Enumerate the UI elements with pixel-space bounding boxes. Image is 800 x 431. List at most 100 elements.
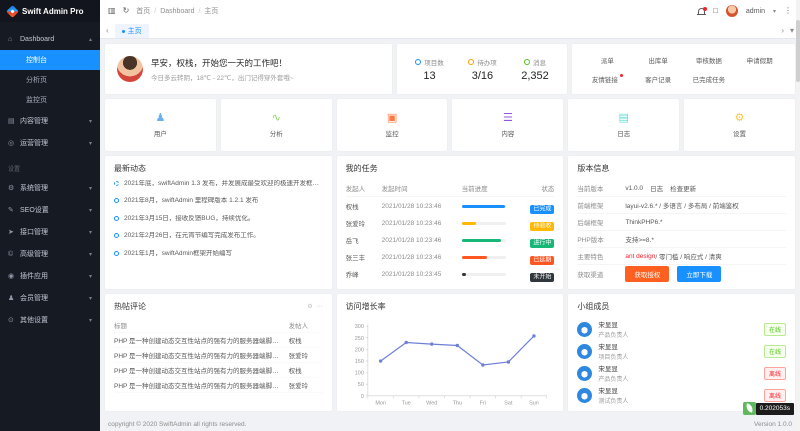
quick-link-completed-tasks[interactable]: 已完成任务 (684, 74, 735, 84)
notification-dot (703, 7, 707, 11)
stat-messages-value: 2,352 (521, 70, 549, 82)
timeline-dot-icon (114, 233, 119, 238)
tab-scroll-right-icon[interactable]: › (781, 26, 784, 38)
perf-time-label: 0.202053s (756, 403, 794, 415)
comments-header-row: 标题 发帖人 (114, 318, 323, 333)
sidebar-item-dashboard[interactable]: ⌂ Dashboard ▾ (0, 28, 100, 50)
scrollbar[interactable] (796, 0, 800, 431)
status-badge: 在线 (764, 323, 786, 336)
document-icon: ▤ (619, 113, 629, 124)
avatar[interactable] (726, 5, 738, 17)
sidebar-item-operation-mgmt[interactable]: ◎ 运营管理 ▾ (0, 132, 100, 154)
breadcrumb-dashboard[interactable]: Dashboard (160, 8, 200, 15)
sidebar-collapse-icon[interactable]: ▥ (108, 7, 116, 15)
stat-projects: 项目数 13 (415, 57, 444, 82)
stat-todos: 待办项 3/16 (468, 57, 497, 82)
quick-link-customer-records[interactable]: 客户记录 (633, 74, 684, 84)
welcome-avatar (117, 56, 143, 82)
breadcrumb-home[interactable]: 首页 (136, 6, 156, 16)
sidebar-item-seo-settings[interactable]: ✎ SEO设置 ▾ (0, 199, 100, 221)
svg-text:250: 250 (354, 336, 363, 342)
shortcut-content[interactable]: ☰ 内容 (452, 99, 563, 151)
tab-home[interactable]: 主页 (115, 24, 149, 38)
news-title: 最新动态 (114, 163, 323, 174)
welcome-texts: 早安，权栈，开始您一天的工作吧！ 今日多云转阴，18℃ - 22℃，出门记得穿外… (151, 57, 294, 82)
shortcut-users[interactable]: ♟ 用户 (105, 99, 216, 151)
sidebar-item-other-settings[interactable]: ⊙ 其他设置 ▾ (0, 309, 100, 331)
app-logo[interactable]: Swift Admin Pro (0, 0, 100, 22)
refresh-icon[interactable]: ↻ (123, 7, 130, 15)
more-vertical-icon[interactable]: ⋮ (784, 7, 792, 15)
news-item: 2021年2月26日，在元宵节编写完成发布工作。 (114, 232, 323, 240)
chevron-down-icon: ▾ (89, 317, 92, 324)
thinkphp-perf-badge[interactable]: 0.202053s (743, 402, 794, 415)
version-row-php: PHP版本 支持>=8.* (577, 231, 786, 248)
svg-text:Mon: Mon (375, 401, 386, 407)
tasks-title: 我的任务 (346, 163, 555, 174)
quick-link-outbound[interactable]: 出库单 (633, 55, 684, 65)
user-menu[interactable]: admin (746, 8, 765, 15)
table-row: 乔峰 2021/01/28 10:23:45 未开始 (346, 265, 555, 282)
quick-link-leave[interactable]: 申请假期 (734, 55, 785, 65)
scrollbar-thumb[interactable] (796, 20, 800, 82)
svg-text:Sat: Sat (504, 401, 513, 407)
sidebar-item-console[interactable]: 控制台 (0, 50, 100, 70)
chevron-down-icon: ▾ (89, 140, 92, 147)
version-row-frontend: 前端框架 layui-v2.6.* / 多语言 / 多布局 / 前端鉴权 (577, 197, 786, 214)
fullscreen-icon[interactable]: □ (713, 7, 718, 15)
check-update-link[interactable]: 检查更新 (670, 183, 696, 193)
sidebar-item-plugin-apps[interactable]: ◉ 插件应用 ▾ (0, 265, 100, 287)
topbar-right: □ admin ▾ ⋮ (698, 5, 792, 17)
status-badge: 进行中 (530, 239, 554, 248)
news-item: 2021年3月15日，接收反馈BUG，持续优化。 (114, 215, 323, 223)
gear-icon[interactable]: ⚙ (307, 303, 312, 310)
sidebar-item-member-mgmt[interactable]: ♟ 会员管理 ▾ (0, 287, 100, 309)
quick-link-review[interactable]: 审核数据 (684, 55, 735, 65)
quick-link-friend-links[interactable]: 友情链接 (582, 74, 633, 84)
card-welcome: 早安，权栈，开始您一天的工作吧！ 今日多云转阴，18℃ - 22℃，出门记得穿外… (105, 44, 392, 94)
svg-text:50: 50 (357, 382, 363, 388)
shortcut-analysis[interactable]: ∿ 分析 (221, 99, 332, 151)
get-license-button[interactable]: 获取授权 (625, 266, 669, 282)
more-icon[interactable]: ⋯ (317, 303, 323, 310)
tab-scroll-left-icon[interactable]: ‹ (106, 26, 109, 38)
tab-menu-icon[interactable]: ▾ (790, 26, 794, 38)
sidebar-item-monitor[interactable]: 监控页 (0, 90, 100, 110)
sidebar-item-system-mgmt[interactable]: ⚙ 系统管理 ▾ (0, 177, 100, 199)
card-my-tasks: 我的任务 发起人 发起时间 当前进度 状态 权栈 2021/01/28 10:2… (337, 156, 564, 289)
sidebar-item-content-mgmt[interactable]: ▤ 内容管理 ▾ (0, 110, 100, 132)
gear-icon: ⚙ (8, 184, 20, 192)
comments-title: 热帖评论 ⚙ ⋯ (114, 301, 323, 312)
home-icon: ⌂ (8, 36, 20, 43)
row-details: 最新动态 2021年底，swiftAdmin 1.3 发布，并发展成最受欢迎的极… (105, 156, 795, 289)
svg-text:150: 150 (354, 359, 363, 365)
status-badge: 离线 (764, 389, 786, 402)
svg-text:Sun: Sun (529, 401, 539, 407)
sidebar-item-analysis[interactable]: 分析页 (0, 70, 100, 90)
table-row: 张三丰 2021/01/28 10:23:46 已延期 (346, 248, 555, 265)
pencil-icon: ✎ (8, 206, 20, 214)
operation-icon: ◎ (8, 139, 20, 147)
changelog-link[interactable]: 日志 (650, 183, 663, 193)
svg-text:Tue: Tue (401, 401, 410, 407)
growth-chart-svg: 050100150200250300MonTueWedThuFriSatSun (346, 318, 555, 410)
chevron-down-icon[interactable]: ▾ (773, 8, 776, 15)
welcome-title: 早安，权栈，开始您一天的工作吧！ (151, 57, 294, 69)
svg-text:200: 200 (354, 347, 363, 353)
welcome-subtitle: 今日多云转阴，18℃ - 22℃，出门记得穿外套哦~ (151, 72, 294, 82)
app-window: Swift Admin Pro ⌂ Dashboard ▾ 控制台 分析页 监控… (0, 0, 800, 431)
news-item: 2021年8月，swiftAdmin 里程碑版本 1.2.1 发布 (114, 197, 323, 205)
pulse-icon: ∿ (272, 113, 281, 124)
status-badge: 在线 (764, 345, 786, 358)
shortcut-logs[interactable]: ▤ 日志 (568, 99, 679, 151)
table-row: PHP 是一种创建动态交互性站点的强有力的服务器端脚本语言 权栈 (114, 363, 323, 378)
shortcut-monitor[interactable]: ▣ 监控 (337, 99, 448, 151)
svg-text:300: 300 (354, 324, 363, 330)
download-button[interactable]: 立即下载 (677, 266, 721, 282)
timeline-dot-icon (114, 216, 119, 221)
sidebar-item-api-mgmt[interactable]: ➤ 接口管理 ▾ (0, 221, 100, 243)
sidebar-item-advanced-mgmt[interactable]: © 高级管理 ▾ (0, 243, 100, 265)
shortcut-settings[interactable]: ⚙ 设置 (684, 99, 795, 151)
quick-link-dispatch[interactable]: 派单 (582, 55, 633, 65)
bell-icon[interactable] (698, 8, 705, 14)
